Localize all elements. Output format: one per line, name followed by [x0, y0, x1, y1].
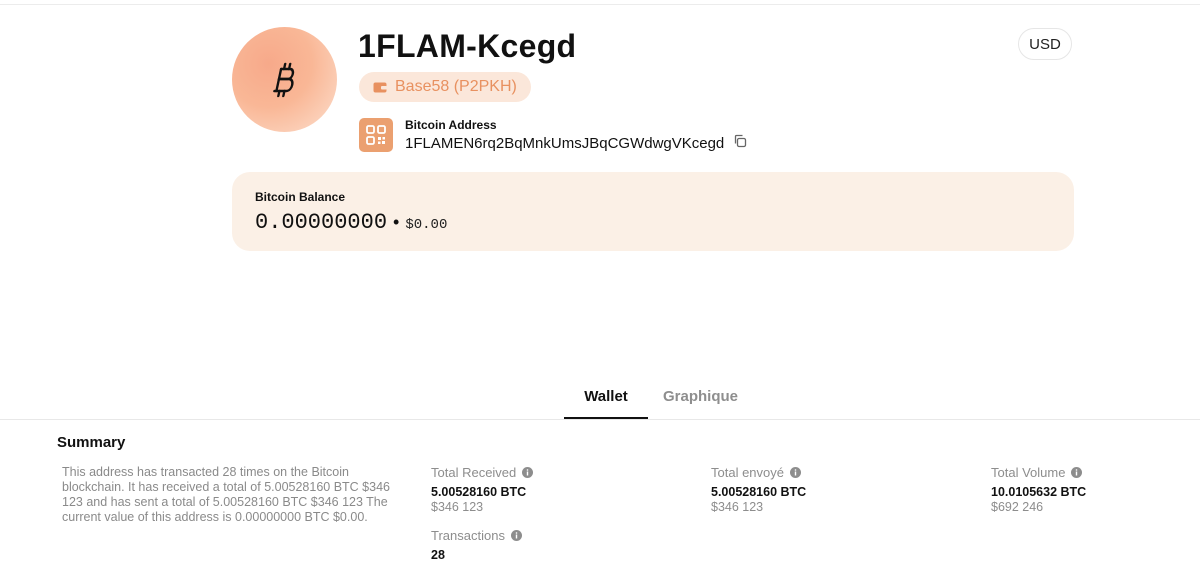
qr-code-icon	[366, 125, 386, 145]
stat-btc: 5.00528160 BTC	[431, 485, 527, 499]
tab-graphique[interactable]: Graphique	[663, 388, 738, 405]
wallet-icon	[373, 82, 387, 93]
stat-value: 28	[431, 548, 445, 562]
balance-card: Bitcoin Balance 0.00000000 • $0.00	[232, 172, 1074, 251]
stat-total-received: Total Received 5.00528160 BTC $346 123	[431, 465, 534, 514]
stat-btc: 10.0105632 BTC	[991, 485, 1087, 499]
summary-description: This address has transacted 28 times on …	[62, 465, 390, 524]
address-type-label: Base58 (P2PKH)	[395, 78, 517, 95]
stat-usd: $346 123	[711, 500, 764, 514]
address-title: 1FLAM-Kcegd	[358, 28, 577, 64]
stat-usd: $692 246	[991, 500, 1044, 514]
balance-separator: •	[393, 212, 400, 232]
address-value: 1FLAMEN6rq2BqMnkUmsJBqCGWdwgVKcegd	[405, 135, 725, 152]
stat-total-volume: Total Volume 10.0105632 BTC $692 246	[991, 465, 1086, 514]
stat-usd: $346 123	[431, 500, 484, 514]
tabs-divider	[0, 419, 1200, 420]
top-divider	[0, 4, 1200, 5]
address-label: Bitcoin Address	[405, 118, 497, 132]
info-icon[interactable]	[522, 467, 534, 478]
currency-selector[interactable]: USD	[1018, 28, 1072, 60]
balance-row: 0.00000000 • $0.00	[255, 210, 447, 235]
bitcoin-icon	[272, 62, 294, 97]
stat-label: Total envoyé	[711, 465, 784, 480]
bitcoin-avatar	[232, 27, 337, 132]
stat-label: Total Received	[431, 465, 517, 480]
balance-usd: $0.00	[405, 217, 448, 233]
info-icon[interactable]	[1071, 467, 1083, 478]
qr-code-button[interactable]	[359, 118, 393, 152]
balance-btc: 0.00000000	[255, 210, 388, 235]
info-icon[interactable]	[510, 530, 522, 541]
stat-btc: 5.00528160 BTC	[711, 485, 807, 499]
copy-icon[interactable]	[733, 134, 747, 148]
active-tab-indicator	[564, 417, 648, 419]
stat-total-sent: Total envoyé 5.00528160 BTC $346 123	[711, 465, 806, 514]
address-type-badge: Base58 (P2PKH)	[359, 72, 531, 102]
info-icon[interactable]	[790, 467, 801, 478]
stat-label: Total Volume	[991, 465, 1066, 480]
stat-transactions: Transactions 28	[431, 528, 522, 562]
summary-title: Summary	[57, 434, 126, 451]
balance-label: Bitcoin Balance	[255, 190, 346, 204]
tab-wallet[interactable]: Wallet	[564, 388, 648, 405]
stat-label: Transactions	[431, 528, 505, 543]
